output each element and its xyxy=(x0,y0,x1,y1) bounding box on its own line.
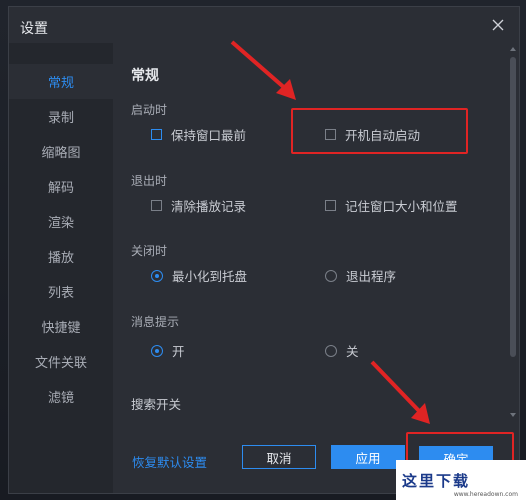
arrow-to-auto-start xyxy=(230,40,296,100)
watermark-url: www.hereadown.com xyxy=(453,491,518,498)
watermark-logo: 这里下载 www.hereadown.com xyxy=(396,460,526,500)
annotation-arrows xyxy=(230,40,430,424)
arrow-to-ok xyxy=(370,360,430,424)
watermark-text: 这里下载 xyxy=(402,471,471,490)
